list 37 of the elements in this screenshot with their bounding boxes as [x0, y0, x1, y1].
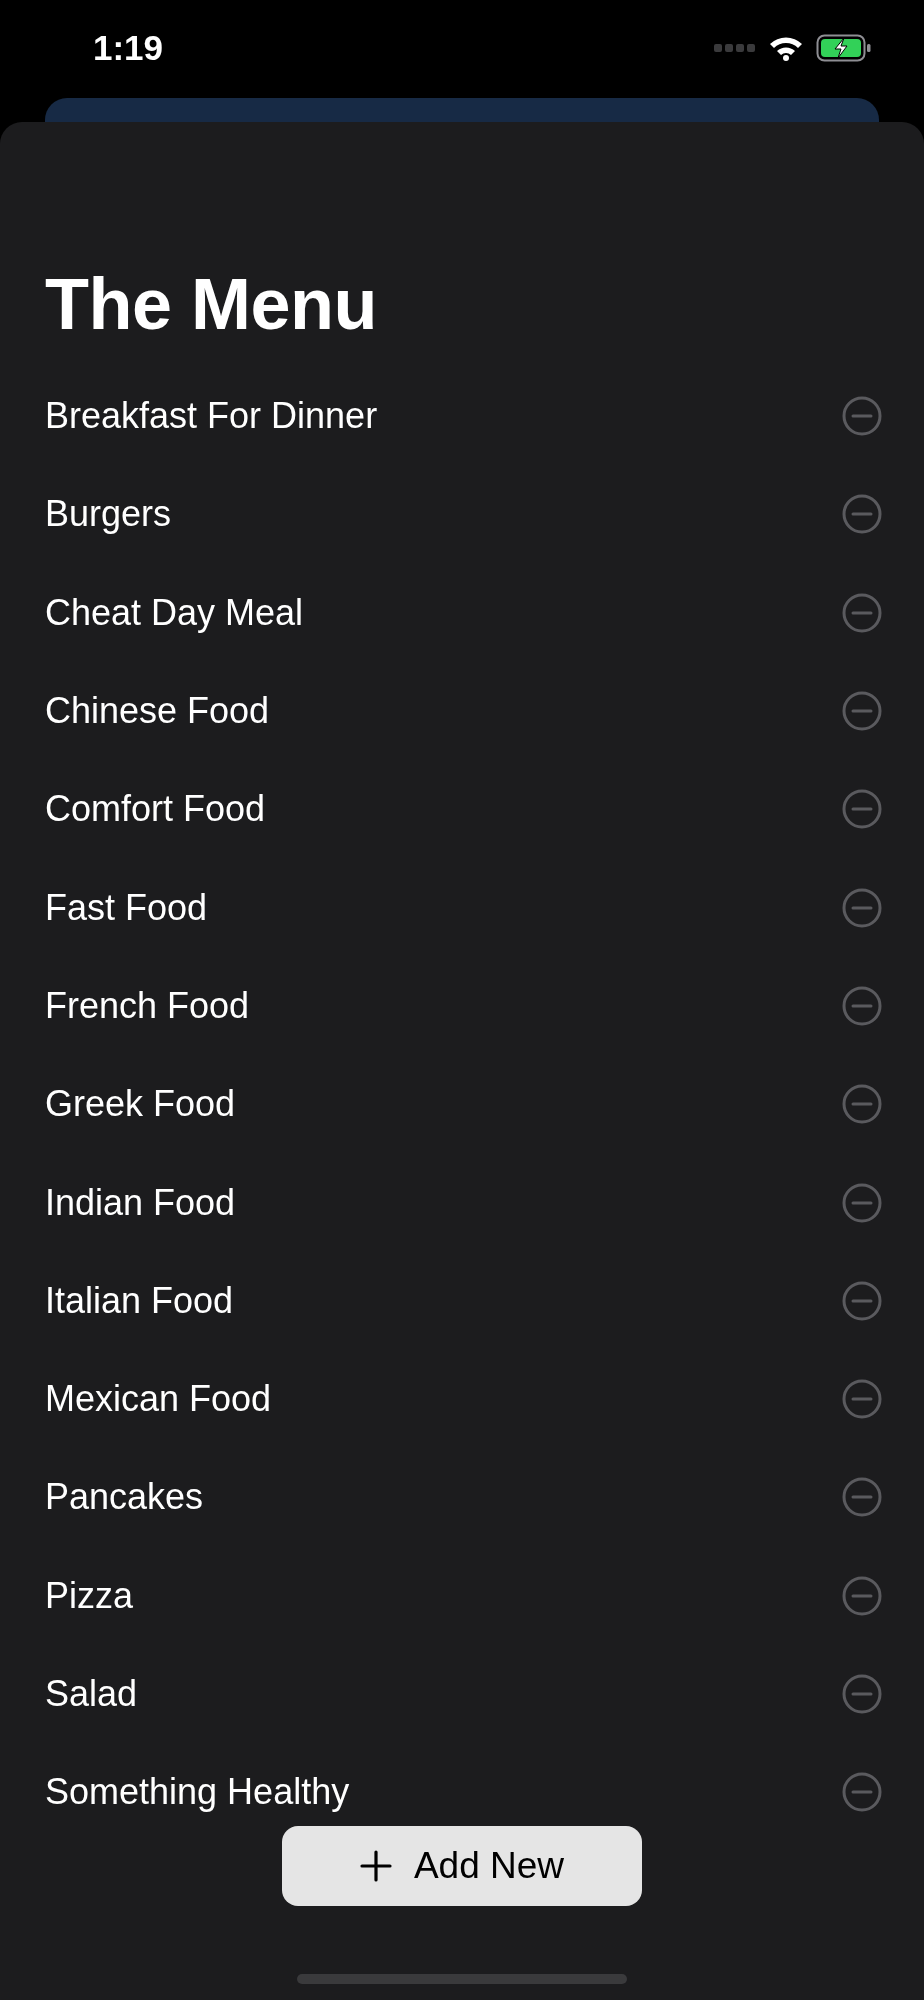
menu-item[interactable]: Indian Food	[45, 1181, 236, 1224]
remove-icon[interactable]	[842, 494, 882, 535]
menu-item[interactable]: Pancakes	[45, 1476, 204, 1519]
menu-item[interactable]: Something Healthy	[45, 1771, 350, 1812]
signal-icon	[714, 43, 756, 53]
remove-icon[interactable]	[842, 1182, 882, 1223]
remove-icon[interactable]	[842, 985, 882, 1026]
remove-icon[interactable]	[842, 1674, 882, 1714]
wifi-icon	[768, 35, 804, 61]
remove-icon[interactable]	[842, 691, 882, 732]
remove-icon[interactable]	[842, 1772, 882, 1812]
menu-item[interactable]: Salad	[45, 1673, 138, 1715]
menu-item[interactable]: French Food	[45, 984, 250, 1027]
menu-item[interactable]: Greek Food	[45, 1083, 236, 1126]
menu-item[interactable]: Comfort Food	[45, 788, 266, 831]
remove-icon[interactable]	[842, 396, 882, 437]
menu-item[interactable]: Italian Food	[45, 1279, 234, 1322]
remove-icon[interactable]	[842, 887, 882, 928]
add-new-button[interactable]: Add New	[282, 1826, 642, 1906]
remove-icon[interactable]	[842, 789, 882, 830]
menu-item[interactable]: Mexican Food	[45, 1378, 272, 1421]
menu-item[interactable]: Pizza	[45, 1574, 134, 1617]
menu-item[interactable]: Burgers	[45, 493, 172, 536]
remove-icon[interactable]	[842, 1084, 882, 1125]
remove-icon[interactable]	[842, 1280, 882, 1321]
battery-icon	[816, 34, 872, 62]
menu-item[interactable]: Chinese Food	[45, 690, 270, 733]
remove-icon[interactable]	[842, 1575, 882, 1616]
status-time: 1:19	[93, 28, 164, 68]
menu-item[interactable]: Breakfast For Dinner	[45, 395, 378, 438]
menu-item[interactable]: Fast Food	[45, 886, 208, 929]
remove-icon[interactable]	[842, 1379, 882, 1420]
remove-icon[interactable]	[842, 1477, 882, 1518]
remove-icon[interactable]	[842, 592, 882, 633]
menu-item[interactable]: Cheat Day Meal	[45, 591, 304, 634]
plus-icon	[359, 1850, 392, 1882]
page-title: The Menu	[45, 263, 378, 346]
